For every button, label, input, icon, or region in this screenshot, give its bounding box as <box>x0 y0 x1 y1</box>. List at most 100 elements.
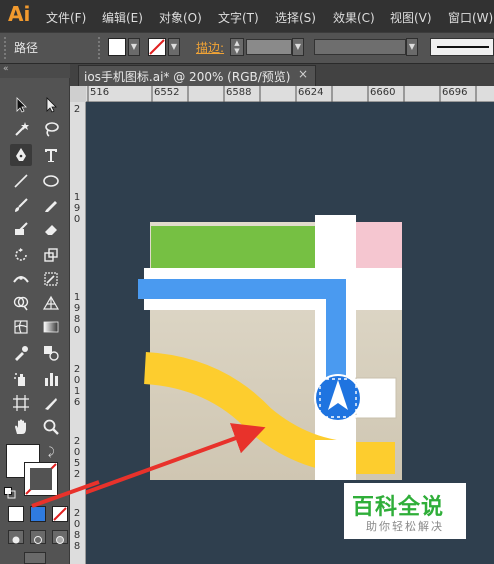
fill-swatch[interactable] <box>108 38 126 56</box>
draw-behind-button[interactable] <box>30 530 46 544</box>
slice-icon <box>45 398 57 410</box>
eyedropper-tool[interactable] <box>10 342 32 364</box>
eraser-icon <box>45 225 57 235</box>
ruler-label: 8 <box>73 541 81 552</box>
stroke-dropdown[interactable]: ▼ <box>168 38 180 56</box>
draw-inside-button[interactable] <box>52 530 68 544</box>
ruler-label: 6552 <box>154 87 180 98</box>
pen-tool[interactable] <box>10 144 32 166</box>
zoom-tool[interactable] <box>40 416 62 438</box>
collapse-icon[interactable]: « <box>3 64 9 74</box>
rotate-icon <box>15 248 27 261</box>
lasso-tool[interactable] <box>40 118 62 140</box>
eyedropper-icon <box>15 346 28 361</box>
ruler-label: 9 <box>73 303 81 314</box>
ruler-label: 0 <box>73 325 81 336</box>
ruler-ticks <box>87 86 477 102</box>
menu-edit[interactable]: 编辑(E) <box>102 9 143 26</box>
ruler-label: 6588 <box>226 87 252 98</box>
perspective-grid-tool[interactable] <box>40 292 62 314</box>
ruler-label: 0 <box>73 214 81 225</box>
line-segment-tool[interactable] <box>10 170 32 192</box>
variable-width-profile[interactable] <box>314 39 406 55</box>
document-tab-title[interactable]: ios手机图标.ai* @ 200% (RGB/预览) <box>84 68 290 85</box>
screen-mode-button[interactable] <box>24 552 46 564</box>
watermark-subtitle: 助你轻松解决 <box>366 520 444 533</box>
draw-normal-button[interactable] <box>8 530 24 544</box>
scale-tool[interactable] <box>40 244 62 266</box>
hand-tool[interactable] <box>10 416 32 438</box>
blob-brush-icon <box>15 222 28 235</box>
no-stroke-icon <box>149 39 165 55</box>
scale-icon <box>44 248 58 262</box>
magnifier-icon <box>43 419 59 435</box>
width-tool[interactable] <box>10 268 32 290</box>
width-icon <box>13 276 29 283</box>
ruler-label: 6660 <box>370 87 396 98</box>
green-park-block[interactable] <box>151 226 315 268</box>
free-transform-icon <box>44 272 58 286</box>
artboard-icon <box>13 395 29 411</box>
ruler-label: 9 <box>73 203 81 214</box>
ruler-label: 1 <box>73 192 81 203</box>
ruler-label: 6 <box>73 397 81 408</box>
ruler-origin[interactable] <box>70 86 86 102</box>
profile-dropdown[interactable]: ▼ <box>406 38 418 56</box>
ruler-label: 1 <box>73 386 81 397</box>
selection-tool[interactable] <box>10 94 32 116</box>
slice-tool[interactable] <box>40 392 62 414</box>
menu-file[interactable]: 文件(F) <box>46 9 86 26</box>
blob-brush-tool[interactable] <box>10 218 32 240</box>
shape-builder-tool[interactable] <box>10 292 32 314</box>
close-icon[interactable]: × <box>298 67 308 81</box>
gradient-icon <box>43 321 59 333</box>
color-mode-button[interactable] <box>8 506 24 522</box>
menu-effect[interactable]: 效果(C) <box>333 9 375 26</box>
type-tool[interactable] <box>40 144 62 166</box>
stroke-label[interactable]: 描边: <box>196 39 224 56</box>
blend-tool[interactable] <box>40 342 62 364</box>
free-transform-tool[interactable] <box>40 268 62 290</box>
mesh-tool[interactable] <box>10 316 32 338</box>
menu-object[interactable]: 对象(O) <box>159 9 202 26</box>
paintbrush-tool[interactable] <box>10 194 32 216</box>
tools-panel-header[interactable]: « <box>0 64 70 78</box>
menu-type[interactable]: 文字(T) <box>218 9 259 26</box>
rotate-tool[interactable] <box>10 244 32 266</box>
menu-window[interactable]: 窗口(W) <box>448 9 493 26</box>
mesh-icon <box>14 320 28 334</box>
column-graph-tool[interactable] <box>40 368 62 390</box>
pink-block[interactable] <box>355 222 402 268</box>
direct-selection-tool[interactable] <box>40 94 62 116</box>
horizontal-ruler[interactable] <box>86 86 494 102</box>
sprayer-icon <box>14 373 25 386</box>
ruler-label: 6624 <box>298 87 324 98</box>
default-colors-icon[interactable] <box>4 484 16 499</box>
symbol-sprayer-tool[interactable] <box>10 368 32 390</box>
gradient-tool[interactable] <box>40 316 62 338</box>
lasso-icon <box>45 122 59 137</box>
perspective-grid-icon <box>42 295 60 310</box>
stroke-weight-stepper[interactable]: ▲ ▼ <box>230 38 244 56</box>
brush-stroke-preview <box>437 46 489 48</box>
arrow-icon <box>16 97 27 113</box>
stroke-weight-input[interactable] <box>246 39 292 55</box>
ellipse-icon <box>43 175 59 187</box>
ruler-label: 0 <box>73 519 81 530</box>
control-bar-divider <box>98 37 103 59</box>
fill-dropdown[interactable]: ▼ <box>128 38 140 56</box>
menu-view[interactable]: 视图(V) <box>390 9 432 26</box>
stroke-swatch[interactable] <box>148 38 166 56</box>
stroke-weight-dropdown[interactable]: ▼ <box>292 38 304 56</box>
artboard-tool[interactable] <box>10 392 32 414</box>
magic-wand-tool[interactable] <box>10 118 32 140</box>
watermark-title: 百科全说 <box>352 495 445 520</box>
menu-select[interactable]: 选择(S) <box>275 9 316 26</box>
app-logo: Ai <box>8 2 31 26</box>
pencil-tool[interactable] <box>40 194 62 216</box>
control-bar-grip[interactable] <box>4 37 9 59</box>
eraser-tool[interactable] <box>40 218 62 240</box>
hand-icon <box>15 419 26 434</box>
brush-definition[interactable] <box>430 38 494 56</box>
ellipse-tool[interactable] <box>40 170 62 192</box>
